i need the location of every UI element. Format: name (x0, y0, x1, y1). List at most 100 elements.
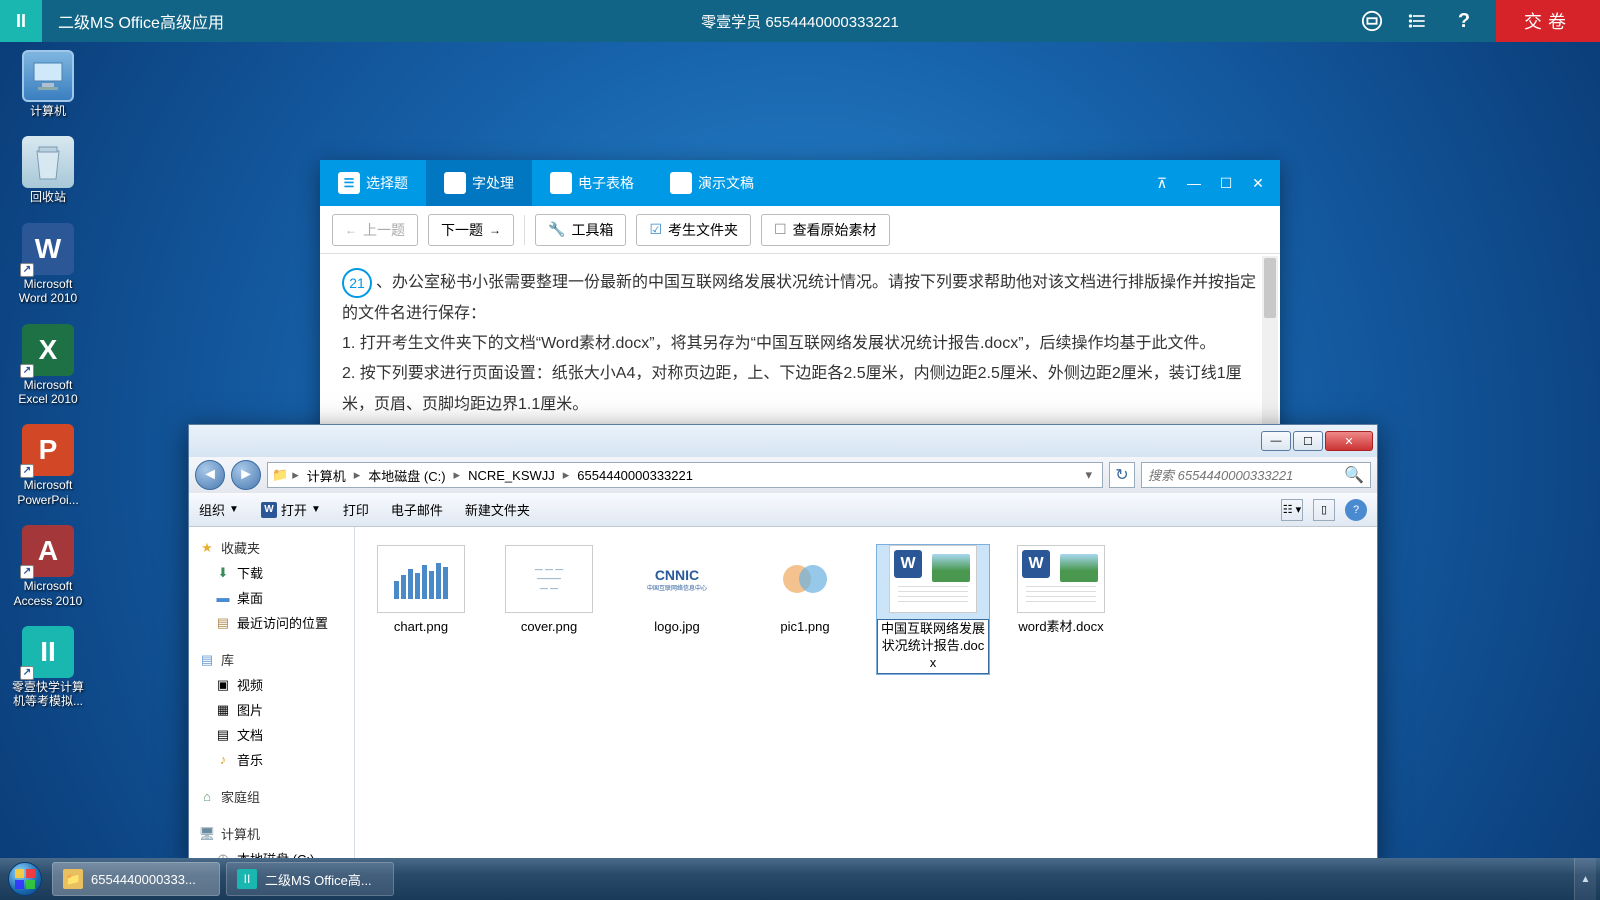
taskbar: 📁6554440000333... II二级MS Office高... ▲ (0, 858, 1600, 900)
document-icon: ▤ (215, 727, 231, 743)
desktop-icon: ▬ (215, 590, 231, 606)
excel-shortcut[interactable]: X↗Microsoft Excel 2010 (8, 324, 88, 407)
preview-pane-icon[interactable]: ▯ (1313, 499, 1335, 521)
sidebar-desktop[interactable]: ▬桌面 (195, 585, 348, 610)
document-icon: ☰ (338, 172, 360, 194)
powerpoint-icon: P (670, 172, 692, 194)
file-report-docx[interactable]: 中国互联网络发展状况统计报告.docx (877, 545, 989, 674)
start-button[interactable] (4, 858, 46, 900)
candidate-folder-button[interactable]: ☑考生文件夹 (636, 214, 751, 246)
maximize-button[interactable]: ☐ (1293, 431, 1323, 451)
prev-question-button[interactable]: ←上一题 (332, 214, 418, 246)
explorer-toolbar: 组织 ▼ W打开 ▼ 打印 电子邮件 新建文件夹 ☷ ▾ ▯ ? (189, 493, 1377, 527)
show-desktop-button[interactable]: ▲ (1574, 858, 1596, 900)
sidebar-computer[interactable]: 🖥计算机 (195, 821, 348, 846)
document-icon: ☐ (774, 221, 787, 238)
question-number-badge: 21 (342, 268, 372, 298)
sidebar-music[interactable]: ♪音乐 (195, 747, 348, 772)
word-shortcut[interactable]: W↗Microsoft Word 2010 (8, 223, 88, 306)
library-icon: ▤ (199, 652, 215, 668)
word-icon: W (261, 502, 277, 518)
close-button[interactable]: ✕ (1325, 431, 1373, 451)
minimize-icon[interactable]: — (1180, 169, 1208, 197)
file-rename-input[interactable]: 中国互联网络发展状况统计报告.docx (877, 619, 989, 674)
explorer-nav-bar: ◄ ► 📁 ▸ 计算机▸ 本地磁盘 (C:)▸ NCRE_KSWJJ▸ 6554… (189, 457, 1377, 493)
sidebar-downloads[interactable]: ⬇下载 (195, 560, 348, 585)
chart-thumbnail-icon (377, 545, 465, 613)
pic-thumbnail-icon (761, 545, 849, 613)
scrollbar-thumb[interactable] (1264, 258, 1276, 318)
exam-top-bar: II 二级MS Office高级应用 零壹学员 6554440000333221… (0, 0, 1600, 42)
powerpoint-shortcut[interactable]: P↗Microsoft PowerPoi... (8, 424, 88, 507)
file-list-pane[interactable]: chart.png — — ————— — cover.png CNNIC中国互… (355, 527, 1377, 863)
breadcrumb-dropdown-icon[interactable]: ▾ (1079, 467, 1098, 483)
organize-menu[interactable]: 组织 ▼ (199, 500, 239, 519)
file-logo-jpg[interactable]: CNNIC中国互联网络信息中心 logo.jpg (621, 545, 733, 636)
video-icon: ▣ (215, 677, 231, 693)
explorer-titlebar[interactable]: — ☐ ✕ (189, 425, 1377, 457)
sidebar-documents[interactable]: ▤文档 (195, 722, 348, 747)
close-icon[interactable]: ✕ (1244, 169, 1272, 197)
recycle-bin-shortcut[interactable]: 回收站 (8, 136, 88, 204)
taskbar-item-explorer[interactable]: 📁6554440000333... (52, 862, 220, 896)
sidebar-library[interactable]: ▤库 (195, 647, 348, 672)
open-menu[interactable]: W打开 ▼ (261, 500, 321, 519)
minimize-button[interactable]: — (1261, 431, 1291, 451)
help-icon[interactable]: ? (1345, 499, 1367, 521)
exam-toolbar: ←上一题 下一题→ 🔧工具箱 ☑考生文件夹 ☐查看原始素材 (320, 206, 1280, 254)
new-folder-button[interactable]: 新建文件夹 (465, 500, 530, 519)
word-file-icon (1017, 545, 1105, 613)
maximize-icon[interactable]: ☐ (1212, 169, 1240, 197)
view-mode-icon[interactable]: ☷ ▾ (1281, 499, 1303, 521)
forward-button[interactable]: ► (231, 460, 261, 490)
refresh-button[interactable]: ↻ (1109, 462, 1135, 488)
recent-icon: ▤ (215, 615, 231, 631)
search-input[interactable] (1148, 468, 1344, 483)
help-icon[interactable]: ? (1450, 7, 1478, 35)
star-icon: ★ (199, 540, 215, 556)
sidebar-favorites[interactable]: ★收藏夹 (195, 535, 348, 560)
exam-app-shortcut[interactable]: II↗零壹快学计算机等考模拟... (8, 626, 88, 709)
file-word-material-docx[interactable]: word素材.docx (1005, 545, 1117, 636)
explorer-sidebar: ★收藏夹 ⬇下载 ▬桌面 ▤最近访问的位置 ▤库 ▣视频 ▦图片 ▤文档 ♪音乐… (189, 527, 355, 863)
view-source-button[interactable]: ☐查看原始素材 (761, 214, 890, 246)
exam-tabs: ☰选择题 W字处理 X电子表格 P演示文稿 ⊼ — ☐ ✕ (320, 160, 1280, 206)
sidebar-pictures[interactable]: ▦图片 (195, 697, 348, 722)
app-title: 二级MS Office高级应用 (42, 9, 240, 33)
windows-logo-icon (8, 862, 42, 896)
toolbox-button[interactable]: 🔧工具箱 (535, 214, 626, 246)
sidebar-videos[interactable]: ▣视频 (195, 672, 348, 697)
sidebar-recent[interactable]: ▤最近访问的位置 (195, 610, 348, 635)
download-icon: ⬇ (215, 565, 231, 581)
file-cover-png[interactable]: — — ————— — cover.png (493, 545, 605, 636)
music-icon: ♪ (215, 752, 231, 768)
file-pic1-png[interactable]: pic1.png (749, 545, 861, 636)
next-question-button[interactable]: 下一题→ (428, 214, 514, 246)
search-icon[interactable]: 🔍 (1344, 465, 1364, 485)
tab-choice[interactable]: ☰选择题 (320, 160, 426, 206)
taskbar-item-exam-app[interactable]: II二级MS Office高... (226, 862, 394, 896)
email-button[interactable]: 电子邮件 (391, 500, 443, 519)
tab-excel[interactable]: X电子表格 (532, 160, 652, 206)
app-icon: II (237, 869, 257, 889)
sidebar-homegroup[interactable]: ⌂家庭组 (195, 784, 348, 809)
screen-icon[interactable] (1358, 7, 1386, 35)
folder-check-icon: ☑ (649, 221, 662, 238)
breadcrumb[interactable]: 📁 ▸ 计算机▸ 本地磁盘 (C:)▸ NCRE_KSWJJ▸ 65544400… (267, 462, 1103, 488)
list-icon[interactable] (1404, 7, 1432, 35)
computer-shortcut[interactable]: 计算机 (8, 50, 88, 118)
tab-ppt[interactable]: P演示文稿 (652, 160, 772, 206)
print-button[interactable]: 打印 (343, 500, 369, 519)
wrench-icon: 🔧 (548, 221, 565, 238)
logo-thumbnail-icon: CNNIC中国互联网络信息中心 (633, 545, 721, 613)
app-logo-icon: II (0, 0, 42, 42)
excel-icon: X (550, 172, 572, 194)
back-button[interactable]: ◄ (195, 460, 225, 490)
desktop-icons-area: 计算机 回收站 W↗Microsoft Word 2010 X↗Microsof… (8, 50, 88, 727)
file-chart-png[interactable]: chart.png (365, 545, 477, 636)
search-box[interactable]: 🔍 (1141, 462, 1371, 488)
access-shortcut[interactable]: A↗Microsoft Access 2010 (8, 525, 88, 608)
tab-word[interactable]: W字处理 (426, 160, 532, 206)
submit-exam-button[interactable]: 交卷 (1496, 0, 1600, 42)
pin-icon[interactable]: ⊼ (1148, 169, 1176, 197)
